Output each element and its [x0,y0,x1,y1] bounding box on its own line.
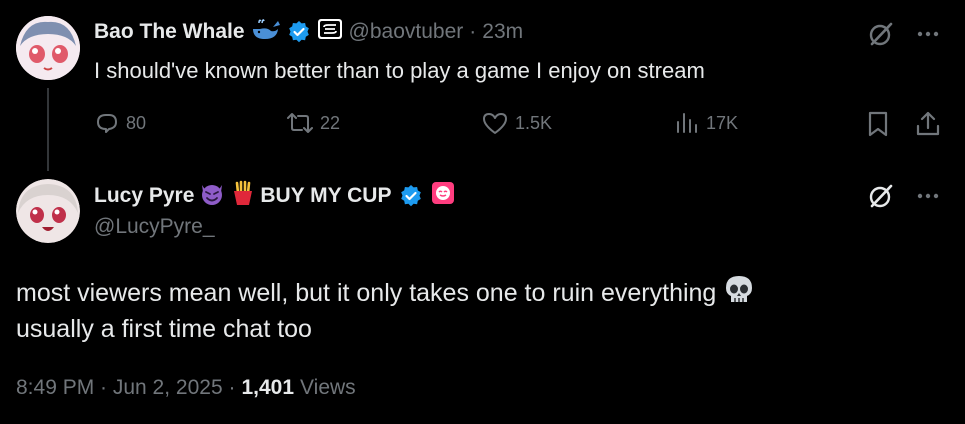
affiliate-badge-icon[interactable] [317,18,343,45]
repost-button[interactable]: 22 [286,110,340,136]
reply-header: Bao The Whale @baovtuber · 23m [94,17,523,46]
post-timestamp[interactable]: 8:49 PM · Jun 2, 2025 · [16,376,235,400]
reply-count: 80 [126,112,147,133]
views-count: 17K [706,112,739,133]
views-button[interactable]: 17K [674,110,738,136]
separator-dot: · [469,19,477,43]
like-count: 1.5K [515,112,553,133]
display-name[interactable]: Bao The Whale [94,20,245,44]
avatar-lucy[interactable] [16,179,80,243]
post-text-line2: usually a first time chat too [16,315,312,343]
bookmark-icon[interactable] [864,110,892,138]
more-icon[interactable] [913,181,943,211]
main-handle[interactable]: @LucyPyre_ [94,215,215,239]
main-header: Lucy Pyre BUY MY CUP [94,179,455,212]
skull-emoji [724,274,754,311]
avatar-bao[interactable] [16,16,80,80]
thread-line [47,88,49,171]
views-icon [677,113,697,133]
fries-emoji [230,179,256,212]
repost-count: 22 [320,112,341,133]
verified-badge-icon[interactable] [287,20,311,44]
affiliate-badge-icon[interactable] [431,181,455,210]
handle[interactable]: @baovtuber [349,20,464,44]
reply-to-text: I should've known better than to play a … [94,58,705,83]
verified-badge-icon[interactable] [399,184,423,208]
devil-emoji [198,179,226,212]
grok-icon[interactable] [866,181,896,211]
post-views-label: Views [300,376,356,399]
share-icon[interactable] [914,110,942,138]
main-post-text: most viewers mean well, but it only take… [16,274,754,347]
repost-icon [287,113,313,133]
post-views-count: 1,401 [241,376,295,399]
post-text-line1: most viewers mean well, but it only take… [16,278,717,307]
reply-icon [97,114,117,133]
reply-button[interactable]: 80 [94,110,146,136]
display-name-part2[interactable]: BUY MY CUP [260,184,391,208]
post-meta: 8:49 PM · Jun 2, 2025 · 1,401 Views [16,376,356,400]
more-icon[interactable] [913,19,943,49]
like-icon [483,113,507,134]
display-name-part1[interactable]: Lucy Pyre [94,184,194,208]
whale-emoji [251,17,281,46]
like-button[interactable]: 1.5K [481,110,552,136]
grok-icon[interactable] [866,19,896,49]
post-time[interactable]: 23m [482,20,523,44]
